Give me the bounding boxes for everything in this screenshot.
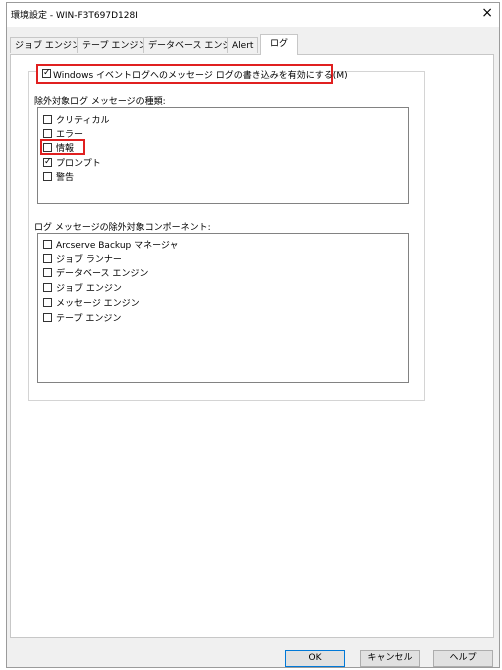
component-database-engine-label: データベース エンジン	[56, 269, 149, 279]
component-message-engine-checkbox[interactable]	[43, 298, 52, 307]
enable-log-label: Windows イベントログへのメッセージ ログの書き込みを有効にする(M)	[53, 71, 348, 81]
help-button[interactable]: ヘルプ	[433, 650, 493, 667]
close-icon[interactable]: ×	[481, 5, 493, 21]
ok-button[interactable]: OK	[285, 650, 345, 667]
component-job-runner-label: ジョブ ランナー	[56, 255, 122, 265]
type-prompt-checkbox[interactable]	[43, 156, 52, 168]
enable-log-checkbox[interactable]	[42, 67, 51, 79]
cancel-button[interactable]: キャンセル	[360, 650, 420, 667]
tab-log[interactable]: ログ	[260, 34, 299, 55]
component-tape-engine-checkbox[interactable]	[43, 313, 52, 322]
component-manager-label: Arcserve Backup マネージャ	[56, 241, 179, 251]
tab-tape-engine[interactable]: テープ エンジン	[77, 37, 153, 53]
tab-alert[interactable]: Alert	[227, 37, 259, 53]
type-info-label: 情報	[56, 144, 75, 154]
type-warning-label: 警告	[56, 173, 75, 183]
type-error-checkbox[interactable]	[43, 129, 52, 138]
tab-job-engine[interactable]: ジョブ エンジン	[10, 37, 86, 53]
exclude-types-heading: 除外対象ログ メッセージの種類:	[34, 97, 166, 107]
type-info-checkbox[interactable]	[43, 143, 52, 152]
window-title: 環境設定 - WIN-F3T697D128I	[11, 11, 138, 21]
title-bar: 環境設定 - WIN-F3T697D128I ×	[7, 3, 499, 27]
type-warning-checkbox[interactable]	[43, 172, 52, 181]
type-critical-checkbox[interactable]	[43, 115, 52, 124]
component-manager-checkbox[interactable]	[43, 240, 52, 249]
type-prompt-label: プロンプト	[56, 159, 101, 169]
component-message-engine-label: メッセージ エンジン	[56, 299, 140, 309]
type-critical-label: クリティカル	[56, 116, 110, 126]
component-job-runner-checkbox[interactable]	[43, 254, 52, 263]
exclude-components-heading: ログ メッセージの除外対象コンポーネント:	[34, 223, 211, 233]
component-job-engine-checkbox[interactable]	[43, 283, 52, 292]
component-tape-engine-label: テープ エンジン	[56, 314, 122, 324]
component-job-engine-label: ジョブ エンジン	[56, 284, 122, 294]
component-database-engine-checkbox[interactable]	[43, 268, 52, 277]
